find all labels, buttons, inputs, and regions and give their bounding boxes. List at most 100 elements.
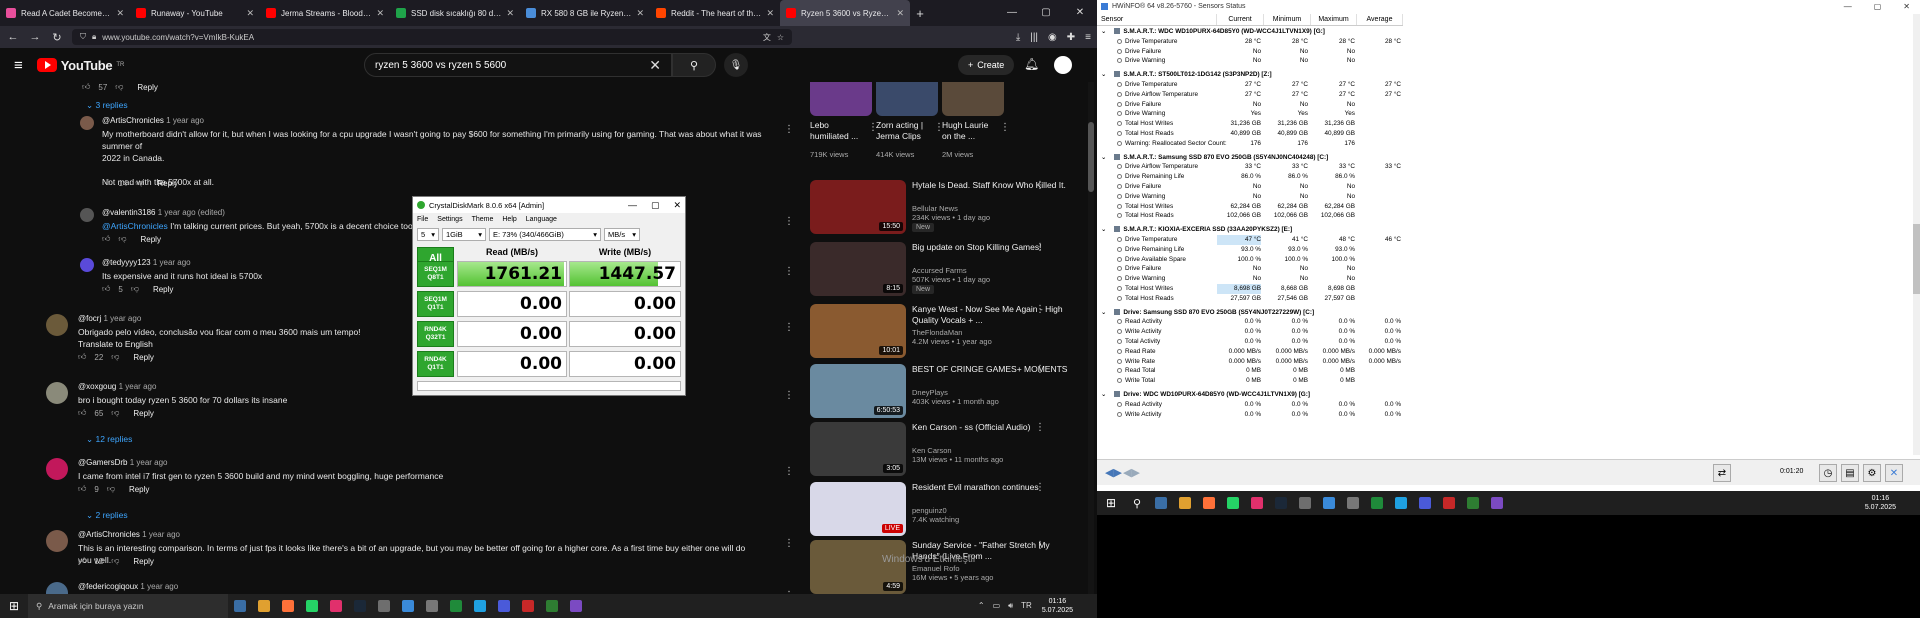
like-icon[interactable]: 👍︎ (102, 284, 110, 294)
comment-menu-icon[interactable]: ⋮ (784, 216, 794, 227)
taskbar-app-icon[interactable] (228, 594, 252, 618)
close-icon[interactable]: ✕ (1063, 0, 1097, 26)
tray-chevron-icon[interactable]: ⌃ (978, 601, 985, 611)
reply-button[interactable]: Reply (153, 285, 173, 294)
close-icon[interactable]: ✕ (673, 200, 681, 211)
dislike-icon[interactable]: 👎︎ (118, 234, 126, 244)
taskbar-clock[interactable]: 01:16 5.07.2025 (1865, 494, 1920, 512)
comment-time[interactable]: 1 year ago (142, 530, 180, 539)
comment-menu-icon[interactable]: ⋮ (784, 266, 794, 277)
scrollbar-thumb[interactable] (1913, 224, 1920, 294)
layout-icon[interactable]: ▤ (1841, 464, 1859, 482)
collapse-icon[interactable]: ⌄ (1101, 309, 1106, 316)
reply-button[interactable]: Reply (137, 83, 157, 92)
dislike-icon[interactable]: 👎︎ (115, 82, 123, 92)
nav-right-arrows-icon[interactable]: ◀▶ (1123, 466, 1140, 479)
taskbar-app-icon[interactable] (492, 594, 516, 618)
comment-author[interactable]: @xoxgoug (78, 382, 116, 391)
library-icon[interactable]: ||| (1030, 32, 1038, 43)
like-icon[interactable]: 👍︎ (78, 556, 86, 566)
close-icon[interactable]: ✕ (1903, 2, 1910, 11)
sensor-row[interactable]: Write Activity 0.0 % 0.0 % 0.0 % 0.0 % (1097, 327, 1403, 337)
unit-select[interactable]: MB/s ▾ (604, 227, 640, 241)
browser-tab[interactable]: Jerma Streams - Bloodwash - Yo ✕ (260, 0, 390, 26)
video-menu-icon[interactable]: ⋮ (1035, 180, 1045, 191)
sensor-row[interactable]: Total Host Reads 102,066 GB 102,066 GB 102,… (1097, 211, 1403, 221)
video-menu-icon[interactable]: ⋮ (1035, 540, 1045, 551)
sensor-group-row[interactable]: ⌄ Drive: Samsung SSD 870 EVO 250GB (S5Y4N… (1097, 307, 1403, 318)
sensor-row[interactable]: Drive Warning No No No (1097, 56, 1403, 66)
cdm-menu-item[interactable]: Language (526, 216, 557, 223)
show-replies-button[interactable]: ⌄ 2 replies (86, 510, 128, 521)
video-title[interactable]: Ken Carson - ss (Official Audio) (912, 422, 1072, 433)
video-thumbnail[interactable]: LIVE (810, 482, 906, 536)
column-header[interactable]: Minimum (1264, 14, 1311, 25)
taskbar-app-icon[interactable] (1293, 491, 1317, 515)
taskbar-app-icon[interactable] (1413, 491, 1437, 515)
sensor-row[interactable]: Drive Failure No No No (1097, 100, 1403, 110)
sensor-row[interactable]: Warning: Reallocated Sector Count: 176 176… (1097, 139, 1403, 149)
notifications-bell-icon[interactable]: 🔔︎ (1024, 57, 1039, 71)
taskbar-app-icon[interactable] (252, 594, 276, 618)
download-icon[interactable]: ⤓ (1016, 32, 1020, 43)
sensor-row[interactable]: Drive Airflow Temperature 33 °C 33 °C 33 °C… (1097, 162, 1403, 172)
commenter-avatar[interactable] (80, 258, 94, 272)
comment-author[interactable]: @federicogiqoux (78, 582, 138, 591)
sensor-row[interactable]: Drive Failure No No No (1097, 47, 1403, 57)
translate-icon[interactable]: 文 (763, 32, 771, 43)
sensor-row[interactable]: Drive Remaining Life 86.0 % 86.0 % 86.0 % (1097, 172, 1403, 182)
create-button[interactable]: + Create (958, 55, 1015, 75)
taskbar-app-icon[interactable] (1341, 491, 1365, 515)
channel-name[interactable]: Ken Carson (912, 446, 952, 455)
network-icon[interactable]: ▭ (993, 601, 1001, 611)
channel-name[interactable]: TheFlondaMan (912, 328, 962, 337)
taskbar-app-icon[interactable] (1269, 491, 1293, 515)
comment-author[interactable]: @valentin3186 (102, 208, 156, 217)
test-button[interactable]: RND4K Q32T1 (417, 321, 454, 347)
test-button[interactable]: SEQ1M Q1T1 (417, 291, 454, 317)
column-header[interactable]: Maximum (1311, 14, 1357, 25)
sensor-row[interactable]: Drive Available Spare 100.0 % 100.0 % 100.0… (1097, 255, 1403, 265)
maximize-icon[interactable]: ▢ (1874, 2, 1882, 11)
taskbar-app-icon[interactable] (396, 594, 420, 618)
sensor-row[interactable]: Total Host Writes 62,284 GB 62,284 GB 62,28… (1097, 202, 1403, 212)
taskbar-app-icon[interactable] (1437, 491, 1461, 515)
browser-tab[interactable]: Runaway - YouTube ✕ (130, 0, 260, 26)
show-replies-button[interactable]: ⌄ 12 replies (86, 434, 132, 445)
test-button[interactable]: RND4K Q1T1 (417, 351, 454, 377)
short-thumbnail[interactable] (942, 82, 1004, 116)
column-header[interactable]: Current (1217, 14, 1264, 25)
video-menu-icon[interactable]: ⋮ (1035, 482, 1045, 493)
video-title[interactable]: BEST OF CRINGE GAMES+ MOMENTS (912, 364, 1072, 375)
sensor-group-row[interactable]: ⌄ S.M.A.R.T.: Samsung SSD 870 EVO 250GB (… (1097, 152, 1403, 163)
tab-close-icon[interactable]: ✕ (896, 8, 904, 19)
sensor-row[interactable]: Drive Temperature 47 °C 41 °C 48 °C 46 °C (1097, 235, 1403, 245)
sensor-row[interactable]: Write Activity 0.0 % 0.0 % 0.0 % 0.0 % (1097, 410, 1403, 420)
page-scrollbar[interactable] (1088, 82, 1094, 594)
sensor-row[interactable]: Drive Failure No No No (1097, 264, 1403, 274)
browser-tab[interactable]: SSD disk sıcaklığı 80 derece gör ✕ (390, 0, 520, 26)
channel-name[interactable]: Bellular News (912, 204, 958, 213)
column-header[interactable]: Average (1357, 14, 1403, 25)
video-thumbnail[interactable]: 6:50:53 (810, 364, 906, 418)
taskbar-app-icon[interactable] (420, 594, 444, 618)
dislike-icon[interactable]: 👎︎ (111, 352, 119, 362)
taskbar-app-icon[interactable] (1197, 491, 1221, 515)
clock-icon[interactable]: ◷ (1819, 464, 1837, 482)
cdm-menu-item[interactable]: File (417, 216, 428, 223)
collapse-icon[interactable]: ⌄ (1101, 71, 1106, 78)
comment-author[interactable]: @ArtisChronicles (102, 116, 164, 125)
taskbar-app-icon[interactable] (540, 594, 564, 618)
video-thumbnail[interactable]: 15:50 (810, 180, 906, 234)
dislike-icon[interactable]: 👎︎ (111, 556, 119, 566)
mention-link[interactable]: @ArtisChronicles (102, 221, 168, 231)
like-icon[interactable]: 👍︎ (102, 234, 110, 244)
comment-author[interactable]: @tedyyyy123 (102, 258, 151, 267)
reply-button[interactable]: Reply (133, 353, 153, 362)
search-input[interactable]: ryzen 5 3600 vs ryzen 5 5600 ✕ (364, 53, 672, 77)
comment-menu-icon[interactable]: ⋮ (784, 124, 794, 135)
comment-author[interactable]: @GamersDrb (78, 458, 127, 467)
sensor-row[interactable]: Total Host Writes 8,698 GB 8,668 GB 8,698 G… (1097, 284, 1403, 294)
video-title[interactable]: Resident Evil marathon continues (912, 482, 1072, 493)
sensor-row[interactable]: Drive Remaining Life 93.0 % 93.0 % 93.0 % (1097, 245, 1403, 255)
